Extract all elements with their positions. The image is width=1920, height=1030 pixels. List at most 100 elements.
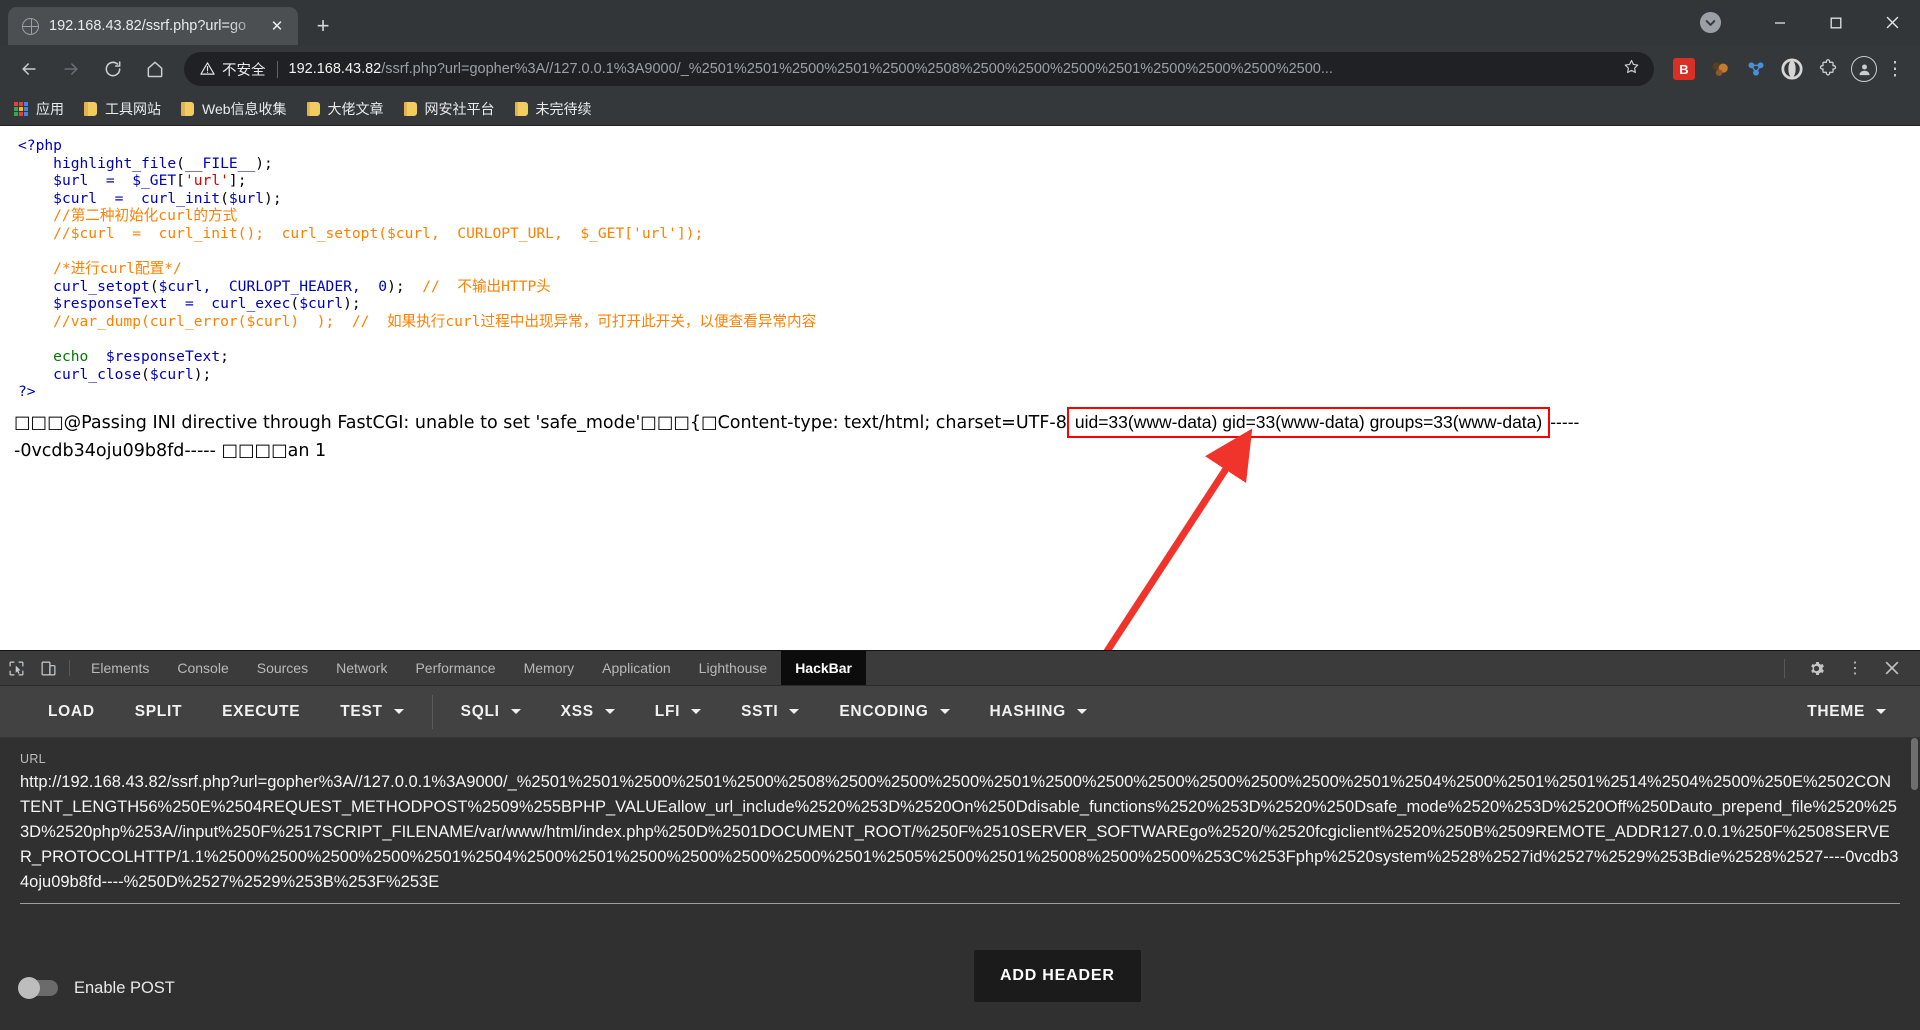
more-options-icon[interactable]: ⋮ [1836, 651, 1874, 685]
address-bar[interactable]: 不安全 192.168.43.82/ssrf.php?url=gopher%3A… [184, 52, 1654, 86]
bookmark-item-tbc[interactable]: 未完待续 [514, 99, 592, 119]
bookmark-item-web-recon[interactable]: Web信息收集 [181, 99, 287, 119]
code-line: //第二种初始化curl的方式 [18, 207, 1920, 225]
hackbar-extension-icon[interactable]: B [1668, 53, 1700, 85]
reload-button[interactable] [94, 50, 132, 88]
opera-extension-icon[interactable] [1776, 53, 1808, 85]
url-input[interactable]: http://192.168.43.82/ssrf.php?url=gopher… [20, 770, 1900, 895]
code-token: highlight_file [53, 154, 177, 172]
hackbar-lfi-button[interactable]: LFI [635, 694, 721, 730]
code-line: curl_setopt($curl, CURLOPT_HEADER, 0); /… [18, 278, 1920, 296]
code-token: $responseText = curl_exec [53, 295, 291, 313]
add-header-button[interactable]: ADD HEADER [974, 950, 1141, 1002]
bookmark-item-community[interactable]: 网安社平台 [403, 99, 495, 119]
chrome-menu-icon[interactable]: ⋮ [1880, 58, 1910, 81]
tab-sources[interactable]: Sources [243, 651, 322, 685]
code-token: <?php [18, 137, 62, 154]
proxy-extension-icon[interactable] [1740, 53, 1772, 85]
tab-elements[interactable]: Elements [77, 651, 163, 685]
address-bar-text: 192.168.43.82/ssrf.php?url=gopher%3A//12… [289, 61, 1616, 77]
bookmark-label: Web信息收集 [202, 101, 287, 117]
hackbar-encoding-button[interactable]: ENCODING [819, 694, 969, 730]
code-token: ; [220, 348, 229, 366]
inspect-element-icon[interactable] [0, 651, 32, 685]
back-button[interactable] [10, 50, 48, 88]
button-label: LFI [654, 702, 681, 720]
tab-title: 192.168.43.82/ssrf.php?url=go [49, 18, 247, 34]
enable-post-toggle[interactable]: Enable POST [0, 977, 175, 999]
code-token: [ [176, 172, 185, 190]
forward-button[interactable] [52, 50, 90, 88]
code-token: $curl [149, 365, 194, 383]
button-label: SPLIT [134, 702, 183, 720]
code-token: curl_close [53, 365, 142, 383]
tab-lighthouse[interactable]: Lighthouse [685, 651, 782, 685]
code-token: ); [343, 295, 361, 313]
hackbar-test-button[interactable]: TEST [320, 694, 423, 730]
browser-tab[interactable]: 192.168.43.82/ssrf.php?url=go ✕ [8, 7, 298, 45]
new-tab-button[interactable]: + [306, 9, 340, 43]
home-button[interactable] [136, 50, 174, 88]
folder-icon [84, 102, 97, 116]
tab-application[interactable]: Application [588, 651, 685, 685]
button-label: TEST [340, 702, 383, 720]
sync-paused-icon[interactable] [1694, 7, 1726, 39]
hackbar-execute-button[interactable]: EXECUTE [202, 694, 320, 730]
tab-hackbar[interactable]: HackBar [781, 651, 867, 685]
close-devtools-icon[interactable] [1874, 651, 1910, 685]
code-token: 'url' [184, 172, 229, 190]
bookmark-item-apps[interactable]: 应用 [14, 99, 64, 119]
hackbar-sqli-button[interactable]: SQLI [441, 694, 541, 730]
avatar[interactable] [1848, 53, 1880, 85]
hackbar-split-button[interactable]: SPLIT [115, 694, 202, 730]
bookmark-star-icon[interactable] [1615, 58, 1648, 80]
code-line: /*进行curl配置*/ [18, 260, 1920, 278]
code-token: //var_dump(curl_error($curl) ); // 如果执行c… [18, 312, 817, 330]
theme-button[interactable]: THEME [1787, 694, 1920, 730]
folder-icon [403, 102, 417, 116]
code-token: curl_setopt [53, 277, 150, 295]
close-tab-icon[interactable]: ✕ [266, 15, 288, 37]
code-line: highlight_file(__FILE__); [18, 155, 1920, 173]
tab-network[interactable]: Network [322, 651, 401, 685]
chevron-down-icon [510, 709, 521, 714]
code-token: ]; [228, 172, 247, 190]
device-toolbar-icon[interactable] [32, 651, 64, 685]
maximize-window-button[interactable] [1808, 0, 1864, 45]
hackbar-hashing-button[interactable]: HASHING [970, 694, 1107, 730]
button-label: EXECUTE [222, 702, 301, 720]
toggle-switch[interactable] [18, 977, 58, 999]
tab-memory[interactable]: Memory [510, 651, 589, 685]
wappalyzer-extension-icon[interactable] [1704, 53, 1736, 85]
url-path: /ssrf.php?url=gopher%3A//127.0.0.1%3A900… [381, 61, 1333, 77]
tab-console[interactable]: Console [163, 651, 242, 685]
url-input-wrapper[interactable]: http://192.168.43.82/ssrf.php?url=gopher… [20, 770, 1900, 904]
chevron-down-icon [789, 709, 800, 714]
minimize-window-button[interactable] [1752, 0, 1808, 45]
bookmark-label: 未完待续 [535, 101, 592, 117]
bookmark-item-articles[interactable]: 大佬文章 [306, 99, 384, 119]
folder-icon [306, 102, 320, 116]
code-line: $curl = curl_init($url); [18, 190, 1920, 208]
hackbar-ssti-button[interactable]: SSTI [721, 694, 819, 730]
hackbar-load-button[interactable]: LOAD [28, 694, 115, 730]
close-window-button[interactable] [1864, 0, 1920, 45]
bookmark-item-tools[interactable]: 工具网站 [84, 99, 161, 119]
omnibox-divider [276, 60, 278, 78]
profile-avatar-icon [1851, 56, 1877, 82]
code-token: $url [228, 189, 265, 207]
code-token: ( [141, 365, 150, 383]
puzzle-extensions-icon[interactable] [1812, 53, 1844, 85]
hackbar-xss-button[interactable]: XSS [541, 694, 635, 730]
tab-performance[interactable]: Performance [401, 651, 509, 685]
apps-grid-icon [14, 102, 28, 116]
code-line: echo $responseText; [18, 348, 1920, 366]
chevron-down-icon [691, 709, 702, 714]
settings-gear-icon[interactable] [1797, 651, 1836, 685]
hackbar-scrollbar[interactable] [1911, 738, 1918, 790]
folder-icon [181, 102, 194, 116]
